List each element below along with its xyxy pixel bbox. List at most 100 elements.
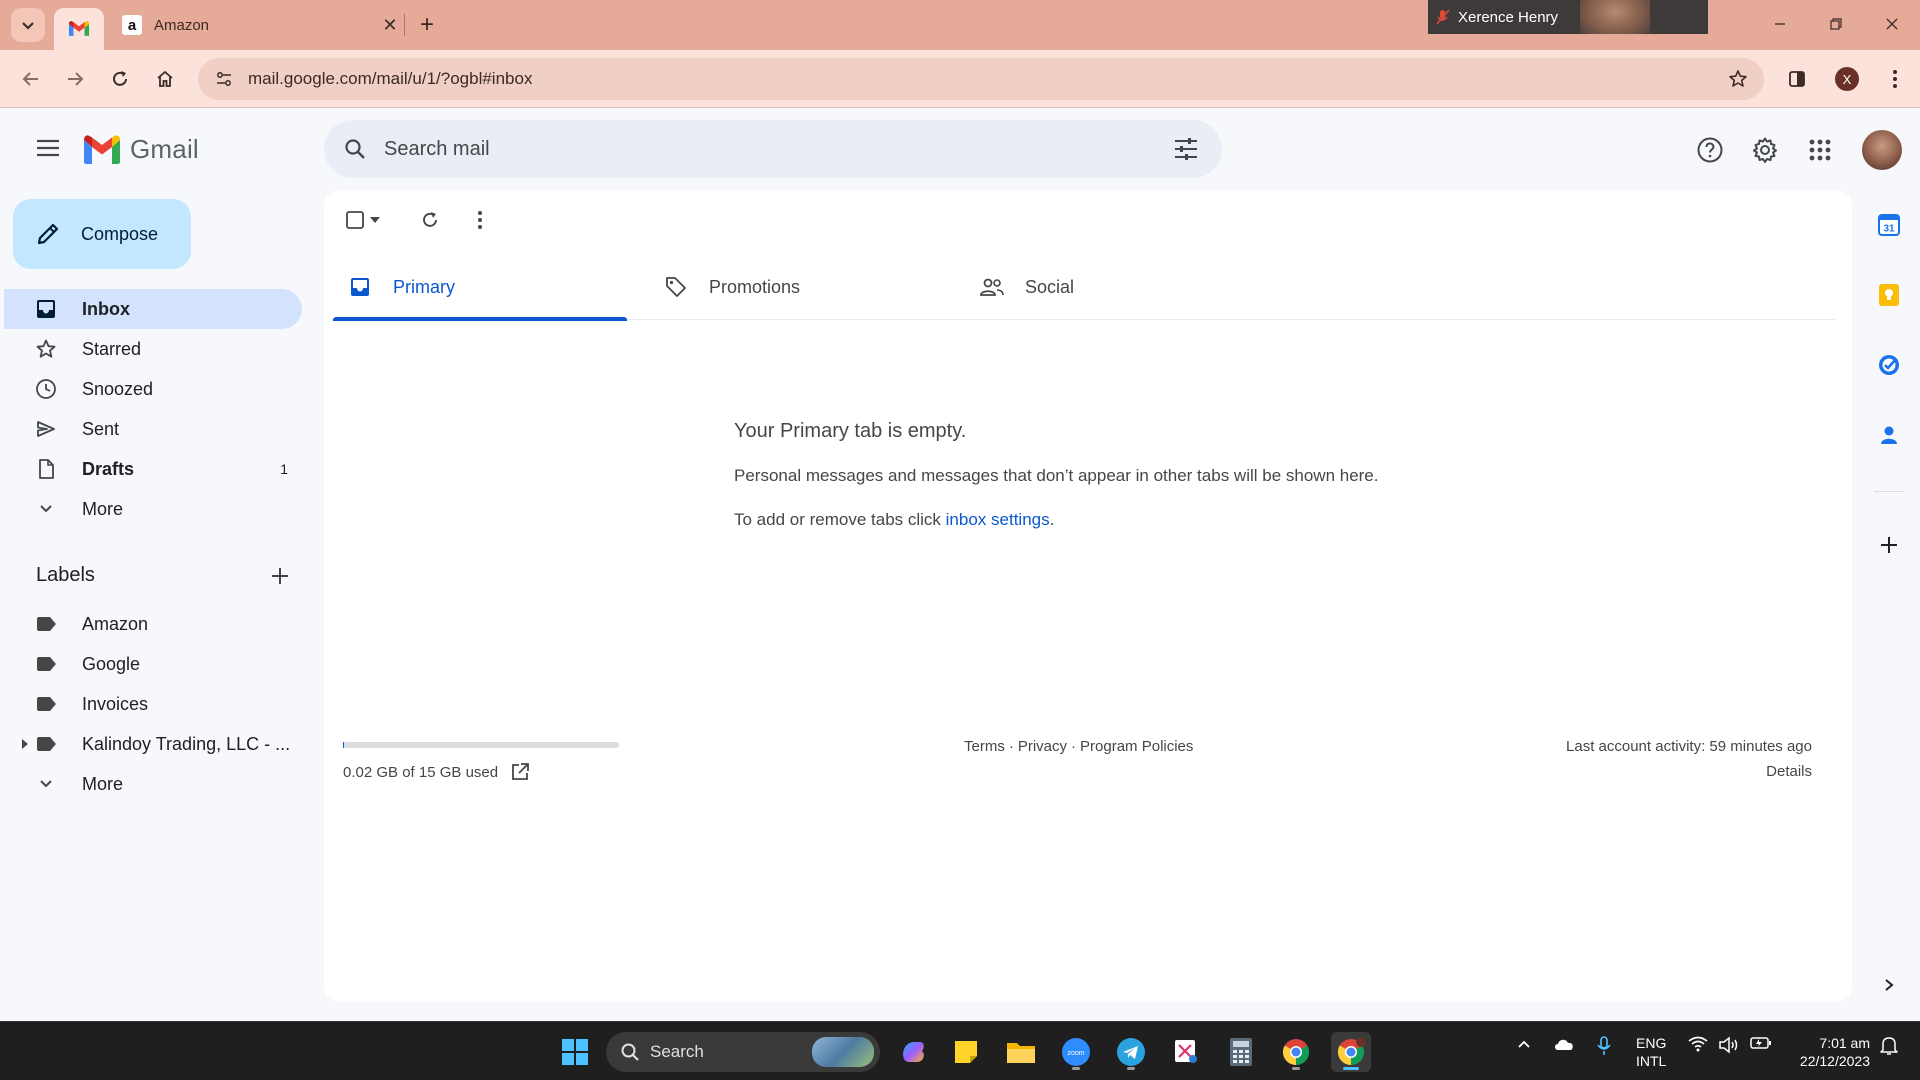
search-input[interactable] <box>384 137 1170 161</box>
side-panel-divider <box>1874 491 1904 492</box>
clock-time: 7:01 am <box>1819 1035 1870 1051</box>
nav-item-starred[interactable]: Starred <box>4 329 302 369</box>
separator-dot: · <box>1071 738 1077 755</box>
zoom-icon[interactable]: zoom <box>1056 1032 1096 1072</box>
chrome-icon[interactable] <box>1276 1032 1316 1072</box>
address-bar[interactable]: mail.google.com/mail/u/1/?ogbl#inbox <box>198 58 1764 100</box>
show-hidden-icons-chevron-icon[interactable] <box>1516 1036 1532 1052</box>
running-indicator <box>1292 1067 1300 1070</box>
privacy-link[interactable]: Privacy <box>1018 738 1067 755</box>
tab-label: Primary <box>393 276 455 297</box>
label-item-invoices[interactable]: Invoices <box>4 684 302 724</box>
sticky-notes-icon[interactable] <box>946 1032 986 1072</box>
label-item-amazon[interactable]: Amazon <box>4 604 302 644</box>
select-dropdown-icon[interactable] <box>366 205 384 235</box>
compose-button[interactable]: Compose <box>13 199 191 269</box>
minimize-button[interactable] <box>1760 8 1800 40</box>
inbox-settings-link[interactable]: inbox settings <box>946 510 1050 529</box>
file-explorer-icon[interactable] <box>1001 1032 1041 1072</box>
people-icon <box>979 274 1005 300</box>
nav-label: Drafts <box>82 458 135 479</box>
tab-title: Amazon <box>154 16 210 34</box>
program-policies-link[interactable]: Program Policies <box>1080 738 1193 755</box>
expand-arrow-icon[interactable] <box>20 739 30 749</box>
nav-item-sent[interactable]: Sent <box>4 409 302 449</box>
wifi-icon[interactable] <box>1688 1036 1708 1052</box>
url-text[interactable]: mail.google.com/mail/u/1/?ogbl#inbox <box>248 69 1728 89</box>
forward-arrow-icon[interactable] <box>58 62 92 96</box>
onedrive-cloud-icon[interactable] <box>1553 1036 1575 1052</box>
nav-item-more[interactable]: More <box>4 489 302 529</box>
footer-links: Terms · Privacy · Program Policies <box>964 738 1193 755</box>
tab-social[interactable]: Social <box>965 254 1259 320</box>
taskbar-clock[interactable]: 7:01 am 22/12/2023 <box>1786 1034 1870 1070</box>
chevron-down-icon <box>34 497 58 521</box>
main-menu-icon[interactable] <box>28 128 68 168</box>
contacts-icon[interactable] <box>1872 418 1906 452</box>
labels-heading: Labels <box>36 564 95 586</box>
inbox-icon <box>34 297 58 321</box>
restore-button[interactable] <box>1816 8 1856 40</box>
gmail-logo[interactable]: Gmail <box>82 134 199 165</box>
nav-item-drafts[interactable]: Drafts 1 <box>4 449 302 489</box>
browser-menu-icon[interactable] <box>1878 62 1912 96</box>
nav-item-snoozed[interactable]: Snoozed <box>4 369 302 409</box>
search-options-icon[interactable] <box>1170 133 1202 165</box>
input-language[interactable]: ENG INTL <box>1636 1034 1666 1070</box>
browser-tab-amazon[interactable]: a Amazon ✕ <box>110 8 400 42</box>
label-item-kalindoy[interactable]: Kalindoy Trading, LLC - ... <box>4 724 302 764</box>
tab-close-icon[interactable]: ✕ <box>380 15 400 35</box>
nav-label: More <box>82 773 124 794</box>
separator-dot: · <box>1008 738 1014 755</box>
nav-label: Starred <box>82 338 142 359</box>
bookmark-star-icon[interactable] <box>1728 69 1748 89</box>
nav-item-inbox[interactable]: Inbox <box>4 289 302 329</box>
chrome-profile-button[interactable]: X <box>1830 62 1864 96</box>
windows-start-icon[interactable] <box>555 1032 595 1072</box>
refresh-icon[interactable] <box>415 205 445 235</box>
taskbar-search[interactable]: Search <box>606 1032 880 1072</box>
keep-icon[interactable] <box>1872 278 1906 312</box>
close-window-button[interactable] <box>1872 8 1912 40</box>
activity-details-link[interactable]: Details <box>1766 763 1812 780</box>
home-icon[interactable] <box>148 62 182 96</box>
telegram-icon[interactable] <box>1111 1032 1151 1072</box>
snipping-tool-icon[interactable] <box>1166 1032 1206 1072</box>
copilot-icon[interactable] <box>893 1032 933 1072</box>
tab-promotions[interactable]: Promotions <box>649 254 943 320</box>
get-addons-plus-icon[interactable] <box>1872 528 1906 562</box>
tab-primary[interactable]: Primary <box>333 254 627 321</box>
battery-icon[interactable] <box>1750 1036 1772 1050</box>
calculator-icon[interactable] <box>1221 1032 1261 1072</box>
new-tab-button[interactable]: + <box>412 10 442 40</box>
account-avatar[interactable] <box>1862 130 1902 170</box>
label-tag-icon <box>34 692 58 716</box>
external-link-icon[interactable] <box>510 762 530 782</box>
calendar-icon[interactable]: 31 <box>1872 208 1906 242</box>
chrome-profile-icon[interactable] <box>1331 1032 1371 1072</box>
label-item-google[interactable]: Google <box>4 644 302 684</box>
notifications-bell-icon[interactable] <box>1880 1036 1898 1056</box>
video-call-overlay[interactable]: Xerence Henry <box>1428 0 1708 34</box>
search-icon[interactable] <box>340 134 370 164</box>
gmail-icon <box>68 20 90 38</box>
tasks-icon[interactable] <box>1872 348 1906 382</box>
settings-gear-icon[interactable] <box>1745 130 1785 170</box>
back-arrow-icon[interactable] <box>14 62 48 96</box>
volume-icon[interactable] <box>1718 1036 1740 1054</box>
microphone-icon[interactable] <box>1596 1036 1612 1056</box>
terms-link[interactable]: Terms <box>964 738 1005 755</box>
google-apps-icon[interactable] <box>1800 130 1840 170</box>
tab-search-chevron-icon[interactable] <box>11 8 45 42</box>
show-side-panel-chevron-icon[interactable] <box>1872 968 1906 1002</box>
more-options-icon[interactable] <box>465 205 495 235</box>
site-info-icon[interactable] <box>210 65 238 93</box>
browser-tab-gmail[interactable] <box>54 8 104 50</box>
help-icon[interactable] <box>1690 130 1730 170</box>
create-label-plus-icon[interactable] <box>266 562 294 590</box>
side-panel-icon[interactable] <box>1780 62 1814 96</box>
reload-icon[interactable] <box>103 62 137 96</box>
search-bar[interactable] <box>324 120 1222 178</box>
label-tag-icon <box>34 652 58 676</box>
labels-more[interactable]: More <box>4 764 302 804</box>
